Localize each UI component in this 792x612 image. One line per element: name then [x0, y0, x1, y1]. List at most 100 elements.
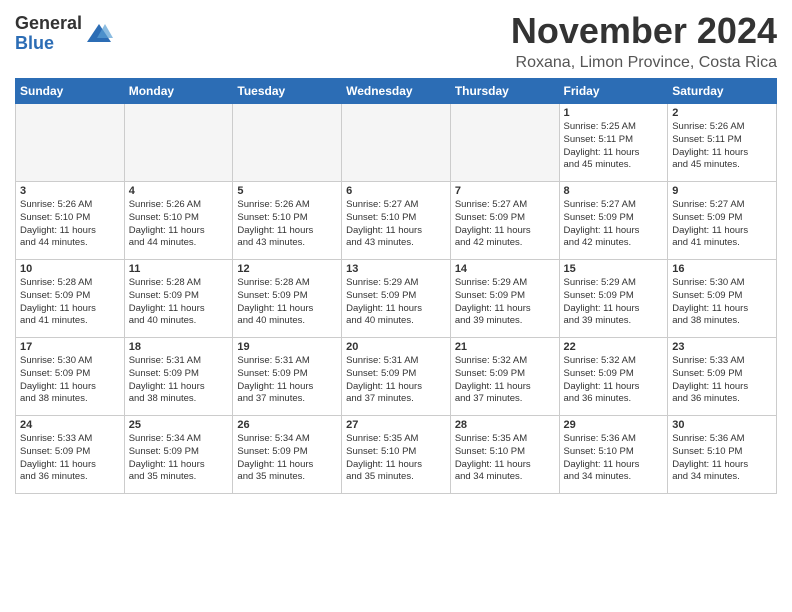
day-number: 11 [129, 263, 229, 275]
weekday-header-monday: Monday [124, 79, 233, 104]
title-block: November 2024 Roxana, Limon Province, Co… [511, 10, 777, 72]
calendar-cell [124, 104, 233, 182]
day-info: Sunrise: 5:27 AM Sunset: 5:09 PM Dayligh… [564, 199, 664, 250]
day-info: Sunrise: 5:34 AM Sunset: 5:09 PM Dayligh… [237, 433, 337, 484]
day-info: Sunrise: 5:31 AM Sunset: 5:09 PM Dayligh… [237, 355, 337, 406]
calendar-cell: 19 Sunrise: 5:31 AM Sunset: 5:09 PM Dayli… [233, 338, 342, 416]
day-info: Sunrise: 5:34 AM Sunset: 5:09 PM Dayligh… [129, 433, 229, 484]
weekday-header-sunday: Sunday [16, 79, 125, 104]
logo-blue: Blue [15, 34, 82, 54]
day-info: Sunrise: 5:29 AM Sunset: 5:09 PM Dayligh… [346, 277, 446, 328]
day-number: 25 [129, 419, 229, 431]
location: Roxana, Limon Province, Costa Rica [511, 54, 777, 72]
logo-icon [85, 20, 113, 48]
day-number: 29 [564, 419, 664, 431]
day-number: 8 [564, 185, 664, 197]
day-number: 28 [455, 419, 555, 431]
day-number: 26 [237, 419, 337, 431]
weekday-header-saturday: Saturday [668, 79, 777, 104]
calendar-table: SundayMondayTuesdayWednesdayThursdayFrid… [15, 78, 777, 494]
weekday-header-thursday: Thursday [450, 79, 559, 104]
day-number: 20 [346, 341, 446, 353]
day-info: Sunrise: 5:27 AM Sunset: 5:09 PM Dayligh… [455, 199, 555, 250]
calendar-cell: 16 Sunrise: 5:30 AM Sunset: 5:09 PM Dayli… [668, 260, 777, 338]
day-info: Sunrise: 5:28 AM Sunset: 5:09 PM Dayligh… [20, 277, 120, 328]
logo-general: General [15, 14, 82, 34]
calendar-cell: 18 Sunrise: 5:31 AM Sunset: 5:09 PM Dayli… [124, 338, 233, 416]
day-info: Sunrise: 5:26 AM Sunset: 5:10 PM Dayligh… [20, 199, 120, 250]
day-info: Sunrise: 5:26 AM Sunset: 5:10 PM Dayligh… [129, 199, 229, 250]
calendar-cell: 7Sunrise: 5:27 AM Sunset: 5:09 PM Daylig… [450, 182, 559, 260]
day-info: Sunrise: 5:35 AM Sunset: 5:10 PM Dayligh… [346, 433, 446, 484]
day-info: Sunrise: 5:30 AM Sunset: 5:09 PM Dayligh… [20, 355, 120, 406]
calendar-cell: 9 Sunrise: 5:27 AM Sunset: 5:09 PM Daylig… [668, 182, 777, 260]
calendar-cell: 26 Sunrise: 5:34 AM Sunset: 5:09 PM Dayli… [233, 416, 342, 494]
calendar-cell: 30Sunrise: 5:36 AM Sunset: 5:10 PM Dayli… [668, 416, 777, 494]
day-info: Sunrise: 5:29 AM Sunset: 5:09 PM Dayligh… [455, 277, 555, 328]
day-info: Sunrise: 5:31 AM Sunset: 5:09 PM Dayligh… [129, 355, 229, 406]
calendar-cell: 17 Sunrise: 5:30 AM Sunset: 5:09 PM Dayli… [16, 338, 125, 416]
day-info: Sunrise: 5:27 AM Sunset: 5:10 PM Dayligh… [346, 199, 446, 250]
weekday-header-wednesday: Wednesday [342, 79, 451, 104]
day-number: 18 [129, 341, 229, 353]
calendar-cell: 13 Sunrise: 5:29 AM Sunset: 5:09 PM Dayli… [342, 260, 451, 338]
day-number: 21 [455, 341, 555, 353]
day-number: 27 [346, 419, 446, 431]
day-info: Sunrise: 5:33 AM Sunset: 5:09 PM Dayligh… [20, 433, 120, 484]
day-number: 14 [455, 263, 555, 275]
calendar-header-row: SundayMondayTuesdayWednesdayThursdayFrid… [16, 79, 777, 104]
calendar-cell: 6 Sunrise: 5:27 AM Sunset: 5:10 PM Daylig… [342, 182, 451, 260]
calendar-cell: 27 Sunrise: 5:35 AM Sunset: 5:10 PM Dayli… [342, 416, 451, 494]
calendar-week-1: 1Sunrise: 5:25 AM Sunset: 5:11 PM Daylig… [16, 104, 777, 182]
logo: General Blue [15, 14, 113, 54]
day-info: Sunrise: 5:33 AM Sunset: 5:09 PM Dayligh… [672, 355, 772, 406]
calendar-cell: 3Sunrise: 5:26 AM Sunset: 5:10 PM Daylig… [16, 182, 125, 260]
day-info: Sunrise: 5:26 AM Sunset: 5:11 PM Dayligh… [672, 121, 772, 172]
calendar-cell: 14 Sunrise: 5:29 AM Sunset: 5:09 PM Dayli… [450, 260, 559, 338]
calendar-week-5: 24 Sunrise: 5:33 AM Sunset: 5:09 PM Dayli… [16, 416, 777, 494]
day-info: Sunrise: 5:25 AM Sunset: 5:11 PM Dayligh… [564, 121, 664, 172]
calendar-cell [233, 104, 342, 182]
day-number: 12 [237, 263, 337, 275]
calendar-cell: 25 Sunrise: 5:34 AM Sunset: 5:09 PM Dayli… [124, 416, 233, 494]
calendar-cell [450, 104, 559, 182]
day-info: Sunrise: 5:32 AM Sunset: 5:09 PM Dayligh… [455, 355, 555, 406]
day-number: 19 [237, 341, 337, 353]
day-number: 13 [346, 263, 446, 275]
day-info: Sunrise: 5:32 AM Sunset: 5:09 PM Dayligh… [564, 355, 664, 406]
calendar-cell: 8 Sunrise: 5:27 AM Sunset: 5:09 PM Daylig… [559, 182, 668, 260]
calendar-week-3: 10 Sunrise: 5:28 AM Sunset: 5:09 PM Dayli… [16, 260, 777, 338]
day-number: 6 [346, 185, 446, 197]
calendar-cell: 24 Sunrise: 5:33 AM Sunset: 5:09 PM Dayli… [16, 416, 125, 494]
day-number: 17 [20, 341, 120, 353]
calendar-cell: 22Sunrise: 5:32 AM Sunset: 5:09 PM Dayli… [559, 338, 668, 416]
day-number: 24 [20, 419, 120, 431]
day-number: 9 [672, 185, 772, 197]
calendar-cell: 21 Sunrise: 5:32 AM Sunset: 5:09 PM Dayli… [450, 338, 559, 416]
day-number: 15 [564, 263, 664, 275]
month-title: November 2024 [511, 10, 777, 52]
day-info: Sunrise: 5:31 AM Sunset: 5:09 PM Dayligh… [346, 355, 446, 406]
day-info: Sunrise: 5:30 AM Sunset: 5:09 PM Dayligh… [672, 277, 772, 328]
day-number: 2 [672, 107, 772, 119]
calendar-cell: 20 Sunrise: 5:31 AM Sunset: 5:09 PM Dayli… [342, 338, 451, 416]
day-info: Sunrise: 5:29 AM Sunset: 5:09 PM Dayligh… [564, 277, 664, 328]
weekday-header-tuesday: Tuesday [233, 79, 342, 104]
day-info: Sunrise: 5:28 AM Sunset: 5:09 PM Dayligh… [237, 277, 337, 328]
calendar-week-2: 3Sunrise: 5:26 AM Sunset: 5:10 PM Daylig… [16, 182, 777, 260]
day-info: Sunrise: 5:36 AM Sunset: 5:10 PM Dayligh… [564, 433, 664, 484]
calendar-cell [342, 104, 451, 182]
day-info: Sunrise: 5:36 AM Sunset: 5:10 PM Dayligh… [672, 433, 772, 484]
calendar-cell: 4Sunrise: 5:26 AM Sunset: 5:10 PM Daylig… [124, 182, 233, 260]
calendar-cell: 29 Sunrise: 5:36 AM Sunset: 5:10 PM Dayli… [559, 416, 668, 494]
calendar-cell: 28 Sunrise: 5:35 AM Sunset: 5:10 PM Dayli… [450, 416, 559, 494]
day-info: Sunrise: 5:26 AM Sunset: 5:10 PM Dayligh… [237, 199, 337, 250]
calendar-week-4: 17 Sunrise: 5:30 AM Sunset: 5:09 PM Dayli… [16, 338, 777, 416]
weekday-header-friday: Friday [559, 79, 668, 104]
day-number: 16 [672, 263, 772, 275]
day-info: Sunrise: 5:35 AM Sunset: 5:10 PM Dayligh… [455, 433, 555, 484]
calendar-cell: 15 Sunrise: 5:29 AM Sunset: 5:09 PM Dayli… [559, 260, 668, 338]
day-number: 10 [20, 263, 120, 275]
day-info: Sunrise: 5:27 AM Sunset: 5:09 PM Dayligh… [672, 199, 772, 250]
day-info: Sunrise: 5:28 AM Sunset: 5:09 PM Dayligh… [129, 277, 229, 328]
